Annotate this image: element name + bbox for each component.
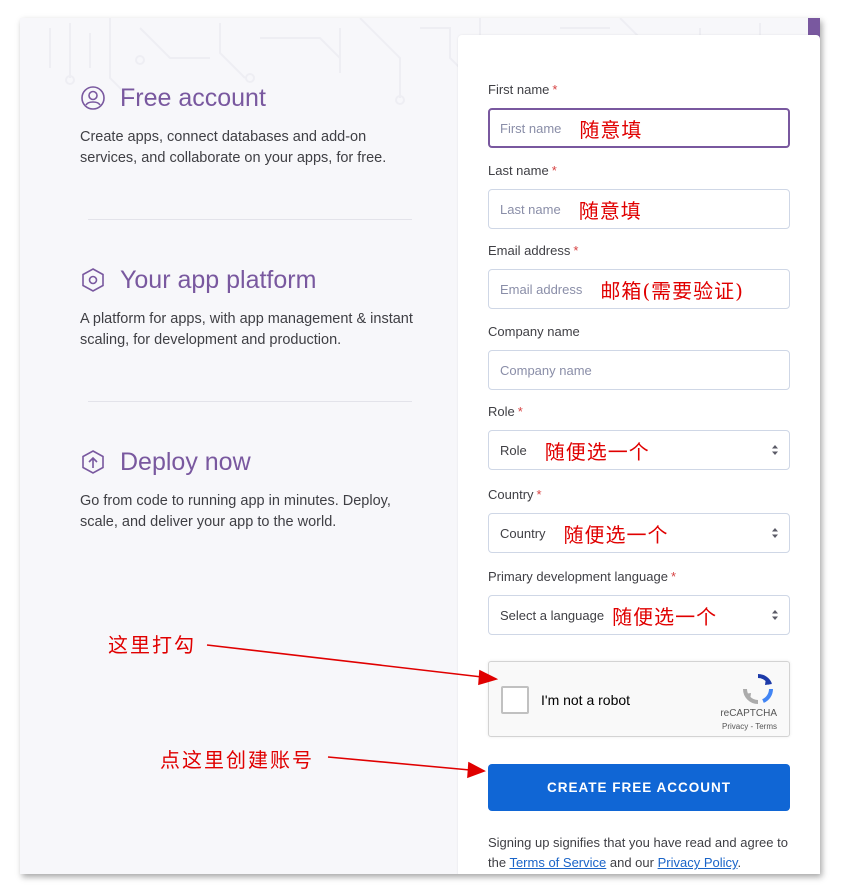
annotation-text: 随便选一个 — [563, 522, 669, 547]
annotation-text: 随意填 — [579, 117, 643, 142]
country-selected-value: Country — [500, 525, 546, 541]
first-name-placeholder: First name — [500, 120, 562, 136]
feature-app-platform: Your app platform A platform for apps, w… — [80, 263, 420, 351]
role-selected-value: Role — [500, 442, 527, 458]
company-field: Company name Company name — [488, 324, 790, 390]
feature-description: Create apps, connect databases and add-o… — [80, 129, 387, 166]
signup-page: Free account Create apps, connect databa… — [20, 18, 820, 874]
divider — [88, 401, 412, 402]
feature-description: A platform for apps, with app management… — [80, 311, 413, 348]
language-selected-value: Select a language — [500, 607, 605, 623]
first-name-field: First name * First name 随意填 — [488, 82, 790, 148]
feature-description: Go from code to running app in minutes. … — [80, 493, 391, 530]
role-select[interactable]: Role 随便选一个 — [488, 430, 790, 470]
feature-free-account: Free account Create apps, connect databa… — [80, 81, 420, 169]
feature-title: Deploy now — [120, 447, 251, 476]
recaptcha-brand: reCAPTCHA — [720, 708, 777, 719]
annotation-text: 邮箱(需要验证) — [600, 278, 744, 303]
create-account-button[interactable]: CREATE FREE ACCOUNT — [488, 764, 790, 811]
select-arrows-icon — [772, 445, 778, 455]
recaptcha-label: I'm not a robot — [541, 692, 631, 708]
company-placeholder: Company name — [500, 362, 592, 378]
privacy-link[interactable]: Privacy Policy — [658, 855, 738, 870]
last-name-field: Last name * Last name 随意填 — [488, 163, 790, 229]
terms-link[interactable]: Terms of Service — [509, 855, 606, 870]
feature-title: Your app platform — [120, 265, 317, 294]
feature-deploy-now: Deploy now Go from code to running app i… — [80, 445, 420, 533]
country-field: Country * Country 随便选一个 — [488, 487, 790, 553]
feature-title: Free account — [120, 83, 266, 112]
divider — [88, 219, 412, 220]
email-label: Email address * — [488, 243, 579, 258]
email-input[interactable]: Email address 邮箱(需要验证) — [488, 269, 790, 309]
hexagon-icon — [80, 267, 106, 293]
annotation-text: 随便选一个 — [544, 439, 650, 464]
company-input[interactable]: Company name — [488, 350, 790, 390]
select-arrows-icon — [772, 528, 778, 538]
recaptcha-widget: I'm not a robot reCAPTCHA Privacy - Term… — [488, 661, 790, 737]
role-label: Role * — [488, 404, 523, 419]
company-label: Company name — [488, 324, 580, 339]
annotation-text: 随便选一个 — [612, 604, 718, 629]
country-select[interactable]: Country 随便选一个 — [488, 513, 790, 553]
recaptcha-links[interactable]: Privacy - Terms — [722, 722, 777, 731]
last-name-placeholder: Last name — [500, 201, 561, 217]
first-name-label: First name * — [488, 82, 558, 97]
recaptcha-logo-icon — [743, 674, 773, 704]
last-name-input[interactable]: Last name 随意填 — [488, 189, 790, 229]
annotation-text: 随意填 — [578, 198, 642, 223]
signup-form: First name * First name 随意填 Last name * La… — [458, 35, 820, 874]
last-name-label: Last name * — [488, 163, 557, 178]
first-name-input[interactable]: First name 随意填 — [488, 108, 790, 148]
language-select[interactable]: Select a language 随便选一个 — [488, 595, 790, 635]
user-circle-icon — [80, 85, 106, 111]
callout-checkbox: 这里打勾 — [108, 633, 196, 657]
select-arrows-icon — [772, 610, 778, 620]
recaptcha-checkbox[interactable] — [501, 686, 529, 714]
callout-create: 点这里创建账号 — [160, 748, 314, 772]
language-field: Primary development language * Select a l… — [488, 569, 790, 635]
role-field: Role * Role 随便选一个 — [488, 404, 790, 470]
upload-arrow-icon — [80, 449, 106, 475]
email-field: Email address * Email address 邮箱(需要验证) — [488, 243, 790, 309]
language-label: Primary development language * — [488, 569, 676, 584]
legal-text: Signing up signifies that you have read … — [488, 835, 788, 870]
country-label: Country * — [488, 487, 542, 502]
email-placeholder: Email address — [500, 281, 583, 297]
